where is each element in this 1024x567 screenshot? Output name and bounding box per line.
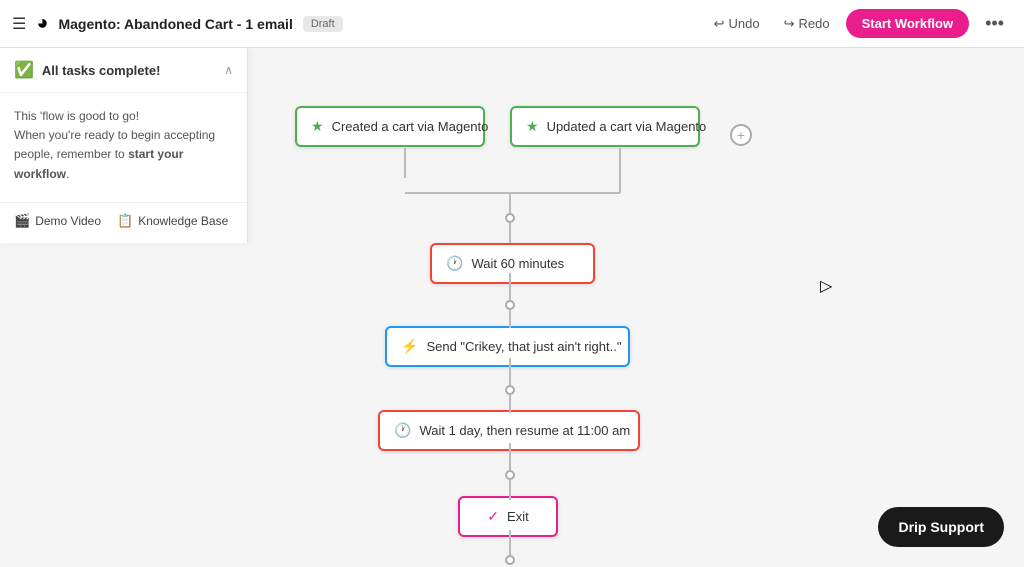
topbar: ☰ ◕ Magento: Abandoned Cart - 1 email Dr… xyxy=(0,0,1024,48)
send-1-label: Send "Crikey, that just ain't right.." xyxy=(426,339,621,354)
panel-links: 🎬 Demo Video 📋 Knowledge Base xyxy=(0,202,247,243)
collapse-icon[interactable]: ∧ xyxy=(224,63,233,77)
trigger-node-1[interactable]: ★ Created a cart via Magento xyxy=(295,106,485,147)
exit-label: Exit xyxy=(507,509,529,524)
panel-title: All tasks complete! xyxy=(42,63,161,78)
add-trigger-button[interactable]: + xyxy=(730,124,752,146)
clock-icon-1: 🕐 xyxy=(446,255,463,272)
drip-support-button[interactable]: Drip Support xyxy=(878,507,1004,547)
panel-header: ✅ All tasks complete! ∧ xyxy=(0,48,247,93)
wait-2-label: Wait 1 day, then resume at 11:00 am xyxy=(419,423,630,438)
star-icon-2: ★ xyxy=(526,118,539,135)
more-options-button[interactable]: ••• xyxy=(977,9,1012,38)
task-panel: ✅ All tasks complete! ∧ This 'flow is go… xyxy=(0,48,248,243)
lightning-icon: ⚡ xyxy=(401,338,418,355)
trigger-node-2[interactable]: ★ Updated a cart via Magento xyxy=(510,106,700,147)
connector-dot-5 xyxy=(505,555,515,565)
wait-node-1[interactable]: 🕐 Wait 60 minutes xyxy=(430,243,595,284)
send-node-1[interactable]: ⚡ Send "Crikey, that just ain't right.." xyxy=(385,326,630,367)
topbar-left: ☰ ◕ Magento: Abandoned Cart - 1 email Dr… xyxy=(12,12,696,35)
demo-video-label: Demo Video xyxy=(35,214,101,228)
panel-body: This 'flow is good to go! When you're re… xyxy=(0,93,247,194)
redo-icon: ↪ xyxy=(784,16,795,32)
exit-node[interactable]: ✓ Exit xyxy=(458,496,558,537)
video-icon: 🎬 xyxy=(14,213,30,229)
draft-badge: Draft xyxy=(303,16,343,32)
panel-title-row: ✅ All tasks complete! xyxy=(14,60,160,80)
connector-dot-4 xyxy=(505,470,515,480)
undo-icon: ↩ xyxy=(714,16,725,32)
kb-icon: 📋 xyxy=(117,213,133,229)
check-circle-icon: ✅ xyxy=(14,60,34,80)
connector-dot-2 xyxy=(505,300,515,310)
main-area: ✅ All tasks complete! ∧ This 'flow is go… xyxy=(0,48,1024,567)
connector-dot-1 xyxy=(505,213,515,223)
undo-button[interactable]: ↩ Undo xyxy=(706,12,768,36)
redo-label: Redo xyxy=(799,16,830,31)
clock-icon-2: 🕐 xyxy=(394,422,411,439)
connector-dot-3 xyxy=(505,385,515,395)
knowledge-base-link[interactable]: 📋 Knowledge Base xyxy=(117,213,228,229)
hamburger-icon[interactable]: ☰ xyxy=(12,14,26,34)
wait-node-2[interactable]: 🕐 Wait 1 day, then resume at 11:00 am xyxy=(378,410,640,451)
logo-icon: ◕ xyxy=(36,12,48,35)
star-icon-1: ★ xyxy=(311,118,324,135)
page-title: Magento: Abandoned Cart - 1 email xyxy=(58,16,292,32)
trigger-1-label: Created a cart via Magento xyxy=(332,119,489,134)
topbar-right: ↩ Undo ↪ Redo Start Workflow ••• xyxy=(706,9,1012,38)
cursor: ▷ xyxy=(820,276,832,296)
panel-description: This 'flow is good to go! When you're re… xyxy=(14,107,233,184)
redo-button[interactable]: ↪ Redo xyxy=(776,12,838,36)
check-icon: ✓ xyxy=(487,508,499,525)
start-workflow-button[interactable]: Start Workflow xyxy=(846,9,970,38)
trigger-2-label: Updated a cart via Magento xyxy=(547,119,707,134)
wait-1-label: Wait 60 minutes xyxy=(471,256,564,271)
demo-video-link[interactable]: 🎬 Demo Video xyxy=(14,213,101,229)
kb-label: Knowledge Base xyxy=(138,214,228,228)
undo-label: Undo xyxy=(729,16,760,31)
